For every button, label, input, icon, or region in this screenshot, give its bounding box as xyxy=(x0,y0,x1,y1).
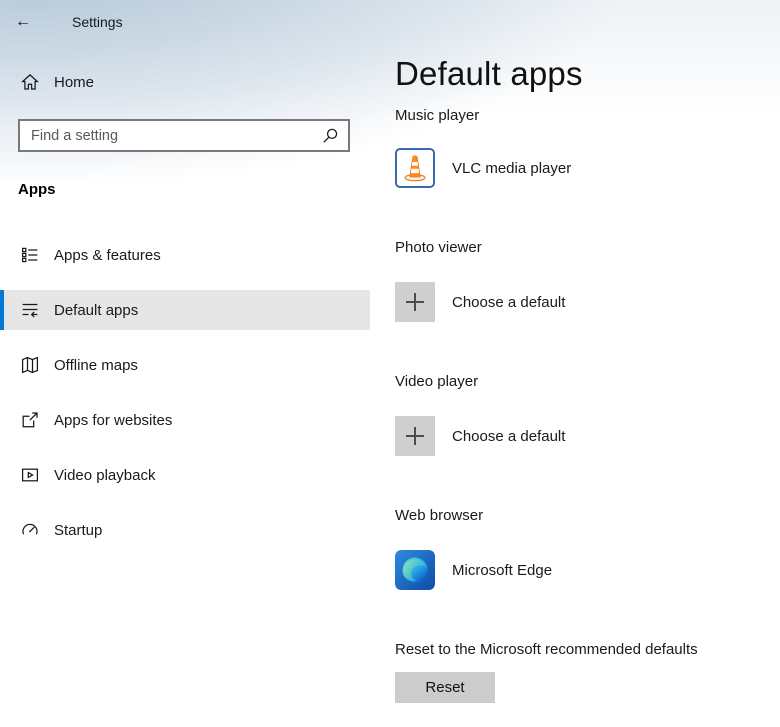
reset-button[interactable]: Reset xyxy=(395,672,495,703)
sidebar-item-label: Apps & features xyxy=(54,246,161,264)
app-name: Choose a default xyxy=(452,293,566,311)
category-video-player: Video player xyxy=(395,373,479,390)
edge-icon xyxy=(395,550,435,590)
sidebar-item-label: Default apps xyxy=(54,301,139,319)
reset-description: Reset to the Microsoft recommended defau… xyxy=(395,641,698,658)
sidebar-item-label: Apps for websites xyxy=(54,411,173,429)
sidebar-item-home[interactable]: Home xyxy=(0,62,370,102)
settings-window: ← Settings Home Apps xyxy=(0,0,780,727)
default-app-music-player[interactable]: VLC media player xyxy=(395,148,780,188)
category-web-browser: Web browser xyxy=(395,507,484,524)
sidebar-item-apps-features[interactable]: Apps & features xyxy=(0,235,370,275)
default-apps-icon xyxy=(20,300,40,320)
default-app-web-browser[interactable]: Microsoft Edge xyxy=(395,550,780,590)
search-input[interactable] xyxy=(31,127,321,144)
apps-for-websites-icon xyxy=(20,410,40,430)
back-button[interactable]: ← xyxy=(15,13,37,31)
titlebar: ← Settings xyxy=(0,0,370,44)
default-app-video-player[interactable]: Choose a default xyxy=(395,416,780,456)
startup-icon xyxy=(20,520,40,540)
plus-icon[interactable] xyxy=(395,282,435,322)
apps-features-icon xyxy=(20,245,40,265)
search-box xyxy=(18,119,350,152)
sidebar-item-label: Offline maps xyxy=(54,356,138,374)
sidebar-item-label: Startup xyxy=(54,521,103,539)
search-icon[interactable] xyxy=(321,127,339,145)
page-title: Default apps xyxy=(395,55,583,92)
sidebar-item-startup[interactable]: Startup xyxy=(0,510,370,550)
sidebar-item-video-playback[interactable]: Video playback xyxy=(0,455,370,495)
home-label: Home xyxy=(54,73,95,91)
vlc-icon xyxy=(395,148,435,188)
sidebar: ← Settings Home Apps xyxy=(0,0,370,727)
sidebar-item-label: Video playback xyxy=(54,466,156,484)
sidebar-nav: Apps & features Default apps Offline map… xyxy=(0,235,370,550)
category-photo-viewer: Photo viewer xyxy=(395,239,482,256)
sidebar-section-apps: Apps xyxy=(18,181,56,198)
sidebar-item-offline-maps[interactable]: Offline maps xyxy=(0,345,370,385)
app-name: Choose a default xyxy=(452,427,566,445)
video-playback-icon xyxy=(20,465,40,485)
app-name: Microsoft Edge xyxy=(452,561,553,579)
main-content: Default apps Music player VLC media play… xyxy=(370,0,780,727)
category-music-player: Music player xyxy=(395,107,480,124)
home-icon xyxy=(20,72,40,92)
window-title: Settings xyxy=(72,14,123,30)
plus-icon[interactable] xyxy=(395,416,435,456)
default-app-photo-viewer[interactable]: Choose a default xyxy=(395,282,780,322)
sidebar-item-default-apps[interactable]: Default apps xyxy=(0,290,370,330)
sidebar-item-apps-for-websites[interactable]: Apps for websites xyxy=(0,400,370,440)
offline-maps-icon xyxy=(20,355,40,375)
app-name: VLC media player xyxy=(452,159,572,177)
